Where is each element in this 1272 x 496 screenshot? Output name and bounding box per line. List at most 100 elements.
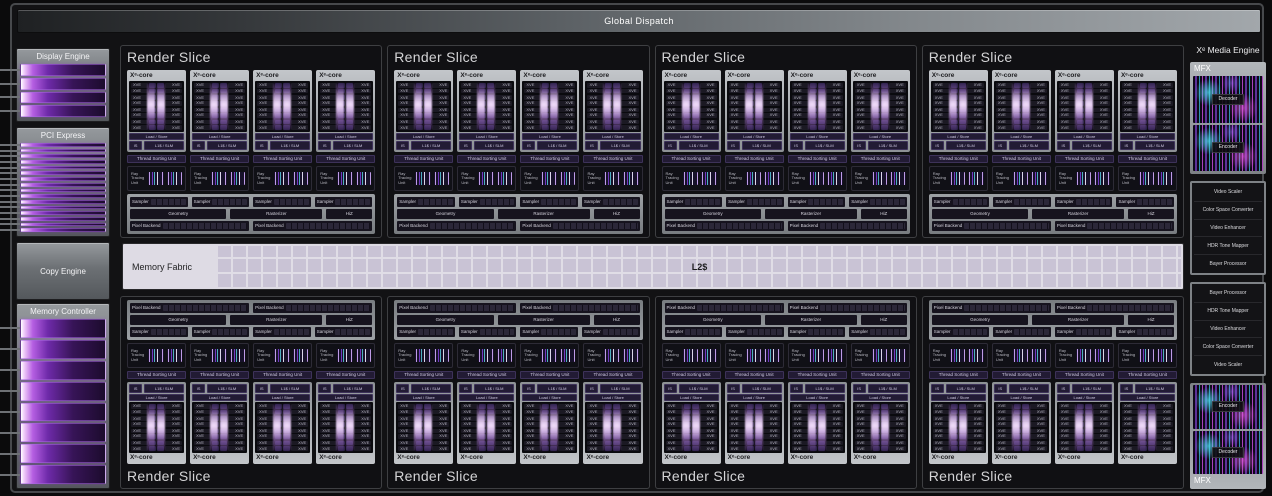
- render-slice: Render SliceXᵉ-coreXVEXVEXVEXVEXVEXVEXVE…: [387, 296, 649, 489]
- xmx-cell: [275, 410, 282, 415]
- xve-label: XVE: [826, 89, 843, 94]
- xve-label: XVE: [495, 113, 512, 118]
- load-store-unit: Load / Store: [664, 133, 719, 140]
- xve-group: XVEXVEXVEXVE: [461, 441, 512, 451]
- xve-group: XVEXVEXVEXVE: [320, 108, 371, 118]
- pixel-backend-label: Pixel Backend: [255, 306, 284, 311]
- ray-tracing-glyph: [1139, 349, 1155, 362]
- xve-label: XVE: [967, 422, 984, 427]
- instruction-cache: IS: [727, 141, 740, 150]
- xve-row: XVEXVE: [131, 120, 182, 125]
- xmx-cell: [873, 434, 880, 439]
- xmx-cell: [1140, 108, 1147, 113]
- io-lane: [20, 382, 106, 401]
- xve-row: XVEXVE: [1122, 125, 1173, 130]
- io-lane: [20, 171, 106, 175]
- render-slice: Render SliceXᵉ-coreXVEXVEXVEXVEXVEXVEXVE…: [120, 45, 382, 238]
- xmx-cell: [684, 422, 691, 427]
- xve-label: XVE: [1093, 446, 1110, 451]
- instruction-cache: IS: [318, 384, 331, 393]
- xve-label: XVE: [587, 441, 604, 446]
- xmx-cell: [605, 429, 612, 434]
- xve-label: XVE: [996, 125, 1013, 130]
- xve-group: XVEXVEXVEXVE: [855, 95, 906, 105]
- sampler-label: Sampler: [194, 330, 211, 335]
- cache-row: ISL1$ / SLM: [459, 141, 514, 150]
- xve-row: XVEXVE: [666, 410, 717, 415]
- xmx-cell: [881, 89, 888, 94]
- xve-group: XVEXVEXVEXVE: [729, 416, 780, 426]
- xve-label: XVE: [729, 89, 746, 94]
- xve-label: XVE: [1156, 83, 1173, 88]
- xmx-cell: [1148, 113, 1155, 118]
- xmx-cell: [1085, 83, 1092, 88]
- xve-row: XVEXVE: [398, 446, 449, 451]
- xve-label: XVE: [495, 446, 512, 451]
- xve-label: XVE: [855, 441, 872, 446]
- pixel-backend-label: Pixel Backend: [132, 306, 161, 311]
- cache-row: ISL1$ / SLM: [994, 384, 1049, 393]
- xve-group: XVEXVEXVEXVE: [933, 108, 984, 118]
- xmx-cell: [212, 101, 219, 106]
- ray-tracing-unit-label: Ray Tracing Unit: [461, 349, 475, 363]
- media-engine-column: Xᵉ Media Engine MFXDecoderEncoderVideo S…: [1190, 45, 1266, 489]
- xve-label: XVE: [194, 416, 211, 421]
- xve-label: XVE: [398, 113, 415, 118]
- xmx-cell: [346, 434, 353, 439]
- xve-label: XVE: [729, 446, 746, 451]
- xmx-cell: [338, 89, 345, 94]
- xve-row: XVEXVE: [587, 89, 638, 94]
- load-store-unit: Load / Store: [931, 133, 986, 140]
- xve-row: XVEXVE: [524, 101, 575, 106]
- xve-array: XVEXVEXVEXVEXVEXVEXVEXVEXVEXVEXVEXVEXVEX…: [318, 402, 373, 453]
- xve-label: XVE: [461, 434, 478, 439]
- xve-label: XVE: [398, 416, 415, 421]
- xve-row: XVEXVE: [257, 83, 308, 88]
- xmx-cell: [1014, 446, 1021, 451]
- ray-tracing-glyph: [434, 172, 450, 185]
- xve-label: XVE: [228, 101, 245, 106]
- load-store-unit: Load / Store: [255, 394, 310, 401]
- xmx-cell: [755, 434, 762, 439]
- ray-tracing-glyph: [890, 349, 906, 362]
- sampler-unit: Sampler: [520, 327, 578, 337]
- xe-core: Xᵉ-coreXVEXVEXVEXVEXVEXVEXVEXVEXVEXVEXVE…: [583, 70, 642, 152]
- ray-tracing-glyph: [541, 172, 557, 185]
- xve-row: XVEXVE: [792, 410, 843, 415]
- xmx-cell: [873, 446, 880, 451]
- xve-label: XVE: [1156, 441, 1173, 446]
- xve-label: XVE: [621, 404, 638, 409]
- xmx-cell: [550, 434, 557, 439]
- media-pipeline-stage: Color Space Converter: [1194, 202, 1262, 220]
- load-store-unit: Load / Store: [931, 394, 986, 401]
- xve-row: XVEXVE: [461, 83, 512, 88]
- ray-tracing-glyph: [827, 172, 843, 185]
- xve-label: XVE: [495, 422, 512, 427]
- xmx-cell: [747, 441, 754, 446]
- xmx-cell: [424, 89, 431, 94]
- encoder-label: Encoder: [1212, 142, 1245, 153]
- xve-label: XVE: [763, 416, 780, 421]
- xve-label: XVE: [461, 404, 478, 409]
- xve-label: XVE: [855, 404, 872, 409]
- xmx-cell: [487, 101, 494, 106]
- l1-slm-cache: L1$ / SLM: [1135, 384, 1175, 393]
- xmx-cell: [747, 101, 754, 106]
- pixel-backend-label: Pixel Backend: [790, 306, 819, 311]
- xve-group: XVEXVEXVEXVE: [666, 83, 717, 93]
- xve-label: XVE: [291, 410, 308, 415]
- hiz-unit: HiZ: [1128, 209, 1174, 219]
- l1-slm-cache: L1$ / SLM: [1135, 141, 1175, 150]
- xmx-cell: [149, 89, 156, 94]
- sampler-unit: Sampler: [665, 197, 723, 207]
- geometry-unit: Geometry: [665, 209, 761, 219]
- ray-tracing-row: Ray Tracing UnitRay Tracing UnitRay Trac…: [662, 343, 910, 368]
- geometry-unit: Geometry: [397, 315, 493, 325]
- xmx-cell: [1014, 89, 1021, 94]
- xve-label: XVE: [1122, 95, 1139, 100]
- xve-label: XVE: [1156, 89, 1173, 94]
- xmx-cell: [212, 108, 219, 113]
- xve-group: XVEXVEXVEXVE: [461, 83, 512, 93]
- xve-row: XVEXVE: [131, 429, 182, 434]
- pixel-backend-cells: [820, 223, 905, 229]
